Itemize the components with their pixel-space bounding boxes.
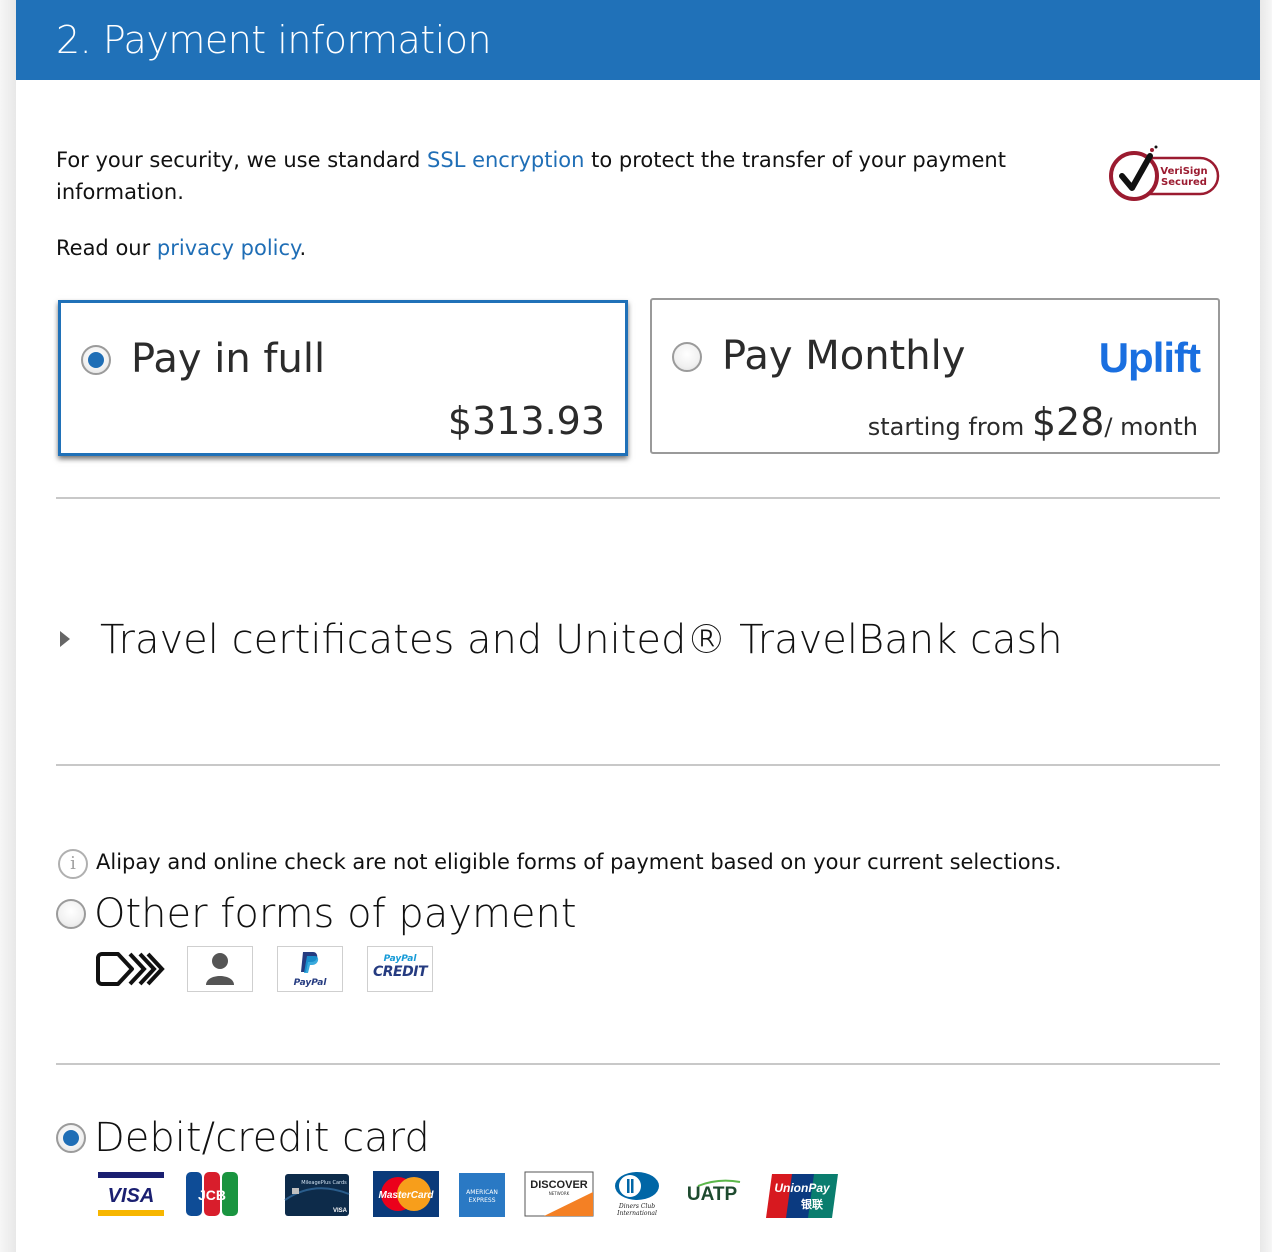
pay-monthly-label: Pay Monthly — [722, 333, 966, 379]
mileageplus-text: MileagePlus Cards — [301, 1180, 347, 1186]
jcb-text: JCB — [198, 1187, 226, 1203]
divider — [56, 764, 1220, 766]
privacy-suffix: . — [299, 236, 307, 260]
caret-right-icon — [60, 631, 70, 647]
svg-text:Diners Club: Diners Club — [618, 1203, 655, 1210]
jcb-card-icon: JCB — [186, 1172, 238, 1216]
privacy-notice: Read our privacy policy. — [56, 232, 306, 264]
uatp-card-icon: UATP — [687, 1179, 741, 1205]
person-account-icon — [187, 946, 253, 992]
monthly-amount: $28 — [1031, 400, 1105, 444]
pay-in-full-option[interactable]: Pay in full $313.93 — [58, 300, 628, 456]
verisign-badge[interactable]: VeriSign Secured — [1106, 140, 1222, 204]
verisign-check-icon: VeriSign Secured — [1109, 145, 1220, 201]
svg-text:VISA: VISA — [333, 1208, 348, 1214]
uatp-text: UATP — [687, 1184, 738, 1205]
visa-card-icon: VISA — [98, 1172, 164, 1216]
svg-text:International: International — [616, 1210, 657, 1217]
travel-certificates-label: Travel certificates and United® TravelBa… — [100, 617, 1063, 663]
paypal-credit-top: PayPal — [383, 954, 417, 964]
debit-credit-label: Debit/credit card — [94, 1115, 430, 1161]
notice-text: Alipay and online check are not eligible… — [96, 850, 1062, 874]
security-text: For your security, we use standard — [56, 148, 428, 172]
paypal-icon: PayPal — [277, 946, 343, 992]
divider — [56, 497, 1220, 499]
visa-text: VISA — [108, 1185, 155, 1207]
mastercard-icon: MasterCard — [373, 1171, 439, 1217]
discover-text: DISCOVER — [530, 1179, 588, 1191]
section-header: 2. Payment information — [16, 0, 1260, 80]
paypal-credit-icon: PayPal CREDIT — [367, 946, 433, 992]
payment-panel: 2. Payment information For your security… — [16, 0, 1260, 1252]
monthly-suffix: / month — [1104, 413, 1198, 441]
pay-in-full-radio[interactable] — [81, 345, 111, 375]
monthly-price: starting from $28/ month — [868, 400, 1198, 444]
pay-monthly-radio[interactable] — [672, 342, 702, 372]
diners-club-icon: Diners Club International — [615, 1172, 659, 1217]
debit-credit-radio[interactable] — [56, 1123, 86, 1153]
paypal-text: PayPal — [293, 978, 327, 988]
privacy-policy-link[interactable]: privacy policy — [157, 236, 300, 260]
ssl-encryption-link[interactable]: SSL encryption — [427, 148, 584, 172]
verisign-line2: Secured — [1161, 177, 1207, 188]
mileageplus-card-icon: MileagePlus Cards VISA — [284, 1174, 350, 1216]
security-notice: For your security, we use standard SSL e… — [56, 144, 1076, 208]
other-forms-radio[interactable] — [56, 899, 86, 929]
discover-card-icon: DISCOVER NETWORK — [524, 1171, 594, 1217]
other-forms-label: Other forms of payment — [94, 891, 577, 937]
forward-pay-icon — [96, 952, 165, 986]
privacy-prefix: Read our — [56, 236, 157, 260]
discover-sub: NETWORK — [549, 1191, 570, 1196]
paypal-credit-bottom: CREDIT — [373, 964, 428, 980]
american-express-icon: AMERICAN EXPRESS — [459, 1173, 505, 1217]
uplift-logo: Uplift — [1098, 334, 1201, 381]
pay-monthly-option[interactable]: Pay Monthly Uplift starting from $28/ mo… — [650, 298, 1220, 454]
mastercard-text: MasterCard — [378, 1190, 434, 1201]
unionpay-card-icon: UnionPay 银联 — [766, 1174, 838, 1218]
unionpay-sub: 银联 — [801, 1197, 823, 1211]
pay-in-full-price: $313.93 — [447, 399, 605, 443]
svg-text:AMERICAN: AMERICAN — [466, 1189, 498, 1196]
pay-in-full-label: Pay in full — [131, 336, 326, 382]
info-icon: i — [58, 849, 88, 879]
monthly-prefix: starting from — [867, 413, 1032, 441]
divider — [56, 1063, 1220, 1065]
svg-text:EXPRESS: EXPRESS — [468, 1197, 495, 1204]
verisign-line1: VeriSign — [1160, 166, 1207, 177]
unionpay-text: UnionPay — [774, 1181, 831, 1195]
